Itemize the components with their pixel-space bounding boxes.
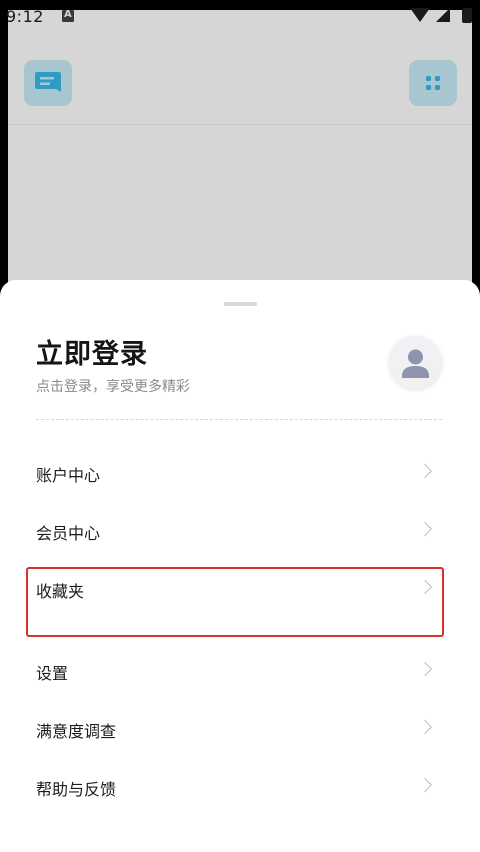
header-divider [8, 124, 472, 125]
user-avatar-icon [402, 349, 429, 378]
avatar[interactable] [389, 336, 442, 389]
login-subtitle[interactable]: 点击登录，享受更多精彩 [36, 376, 190, 396]
menu-item-settings[interactable]: 设置 [0, 642, 480, 700]
account-bottom-sheet: 立即登录 点击登录，享受更多精彩 账户中心 会员中心 收藏夹 设置 满意度调查 … [0, 280, 480, 852]
menu-item-account-center[interactable]: 账户中心 [0, 444, 480, 502]
battery-icon [462, 8, 472, 23]
menu-item-label: 会员中心 [36, 524, 101, 543]
dashed-divider [36, 419, 442, 420]
wifi-icon [410, 8, 430, 22]
a-icon [62, 9, 74, 22]
chevron-right-icon [417, 463, 433, 479]
menu-item-label: 满意度调查 [36, 722, 117, 741]
menu-item-satisfaction-survey[interactable]: 满意度调查 [0, 700, 480, 758]
menu-grid-button[interactable] [409, 60, 457, 106]
favorites-highlight-box [26, 567, 444, 637]
menu-item-label: 账户中心 [36, 466, 101, 485]
chevron-right-icon [417, 521, 433, 537]
menu-item-label: 帮助与反馈 [36, 780, 117, 799]
message-button[interactable] [24, 60, 72, 106]
chevron-right-icon [417, 777, 433, 793]
signal-icon [436, 8, 450, 22]
menu-item-help-feedback[interactable]: 帮助与反馈 [0, 758, 480, 816]
status-bar: 9:12 [0, 0, 480, 30]
status-time: 9:12 [6, 7, 44, 26]
chevron-right-icon [417, 661, 433, 677]
background-app-content [8, 10, 472, 310]
login-title[interactable]: 立即登录 [36, 332, 148, 371]
menu-item-member-center[interactable]: 会员中心 [0, 502, 480, 560]
grid-icon [426, 76, 440, 90]
drag-handle[interactable] [224, 302, 257, 306]
menu-item-label: 设置 [36, 664, 69, 683]
chevron-right-icon [417, 719, 433, 735]
chat-icon [35, 72, 61, 92]
